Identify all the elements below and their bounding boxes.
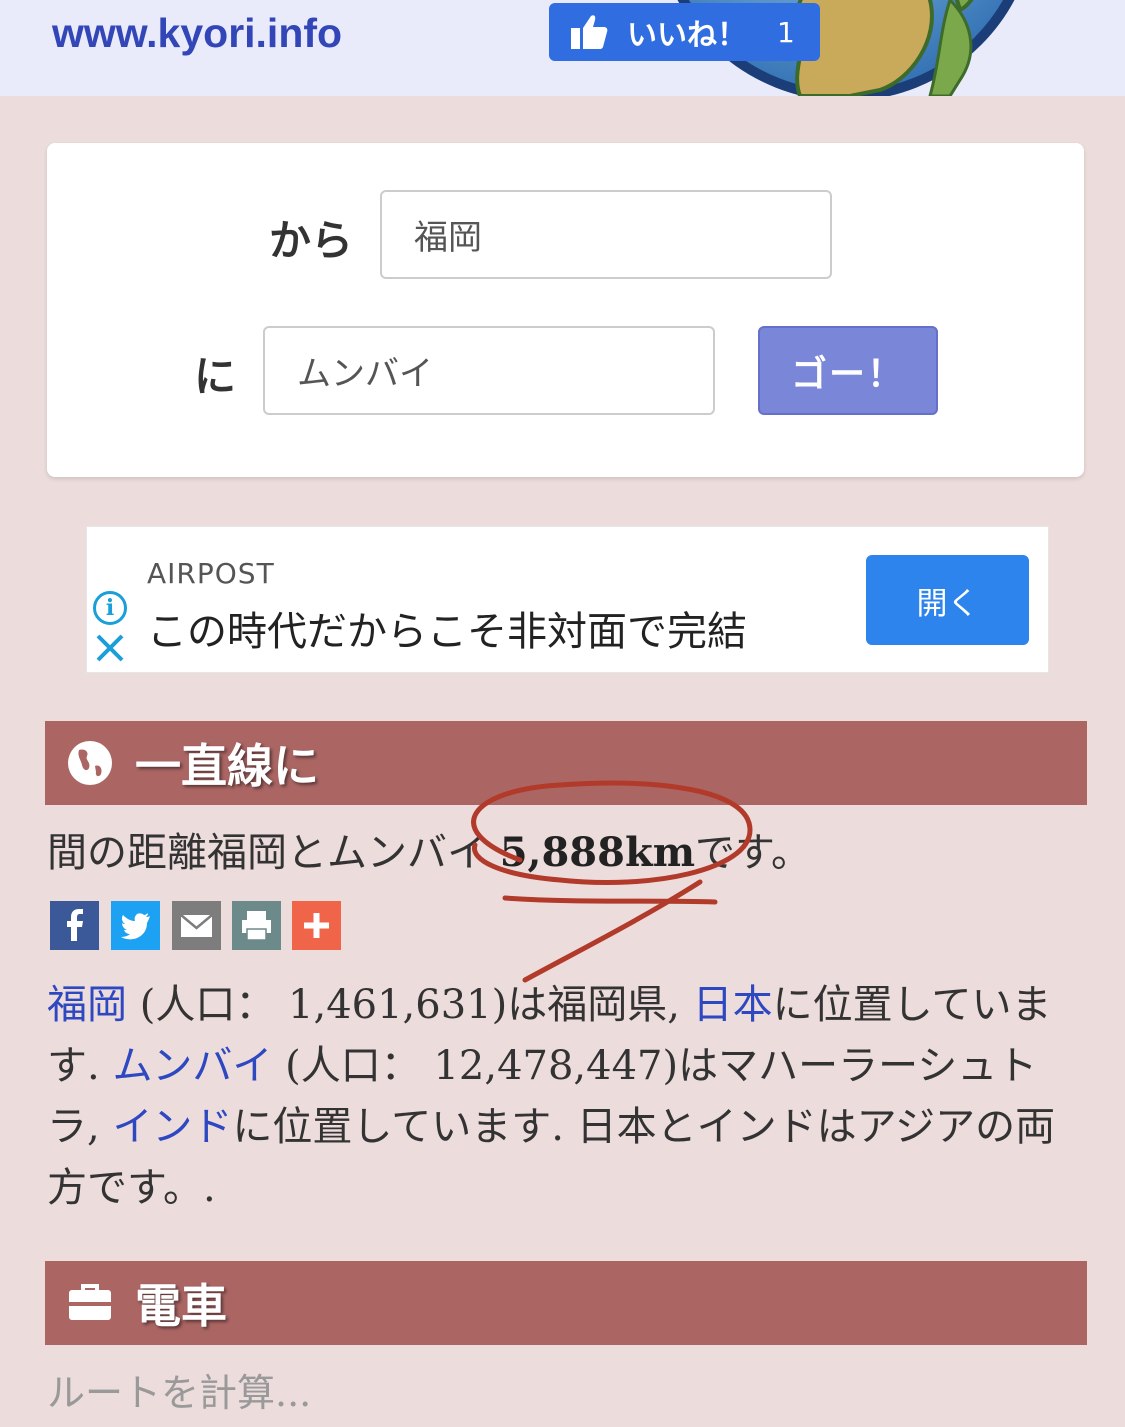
briefcase-icon	[69, 1284, 111, 1320]
city1-population-text: (人口： 1,461,631)は福岡県,	[127, 982, 693, 1028]
location-description: 福岡 (人口： 1,461,631)は福岡県, 日本に位置しています. ムンバイ…	[47, 975, 1067, 1219]
like-label: いいね！	[627, 18, 747, 53]
from-input[interactable]	[380, 190, 832, 279]
go-button[interactable]: ゴー！	[758, 326, 938, 415]
search-card: から に ゴー！	[47, 143, 1084, 477]
distance-suffix: です。	[695, 830, 812, 876]
city-link-fukuoka[interactable]: 福岡	[47, 982, 127, 1028]
like-button[interactable]: いいね！ 1	[549, 3, 820, 61]
route-calculating-text: ルートを計算...	[47, 1371, 312, 1415]
facebook-icon[interactable]	[50, 901, 99, 950]
mail-icon[interactable]	[172, 901, 221, 950]
ad-headline[interactable]: この時代だからこそ非対面で完結	[147, 599, 747, 657]
info-icon[interactable]: i	[93, 591, 127, 625]
thumbs-up-icon	[571, 15, 608, 50]
city-link-mumbai[interactable]: ムンバイ	[112, 1043, 272, 1089]
site-header: www.kyori.info いいね！ 1	[0, 0, 1125, 96]
ad-banner[interactable]: i AIRPOST この時代だからこそ非対面で完結 開く	[86, 526, 1049, 673]
section-title-train: 電車	[135, 1279, 227, 1333]
section-header-train: 電車	[45, 1261, 1087, 1345]
section-title-straight-line: 一直線に	[135, 739, 319, 793]
site-logo-link[interactable]: www.kyori.info	[52, 10, 342, 57]
like-count: 1	[777, 15, 795, 49]
distance-prefix: 間の距離福岡とムンバイ	[47, 830, 487, 876]
close-icon[interactable]	[93, 631, 127, 665]
section-header-straight-line: 一直線に	[45, 721, 1087, 805]
ad-open-button[interactable]: 開く	[866, 555, 1029, 645]
to-input[interactable]	[263, 326, 715, 415]
distance-value: 5,888km	[499, 829, 696, 876]
twitter-icon[interactable]	[111, 901, 160, 950]
plus-icon[interactable]	[292, 901, 341, 950]
country-link-japan[interactable]: 日本	[693, 982, 773, 1028]
distance-sentence: 間の距離福岡とムンバイ 5,888kmです。	[47, 820, 811, 878]
print-icon[interactable]	[232, 901, 281, 950]
from-label: から	[269, 216, 354, 265]
to-label: に	[194, 352, 237, 401]
country-link-india[interactable]: インド	[112, 1104, 232, 1150]
ad-brand: AIRPOST	[147, 557, 275, 590]
globe-icon	[68, 741, 112, 785]
